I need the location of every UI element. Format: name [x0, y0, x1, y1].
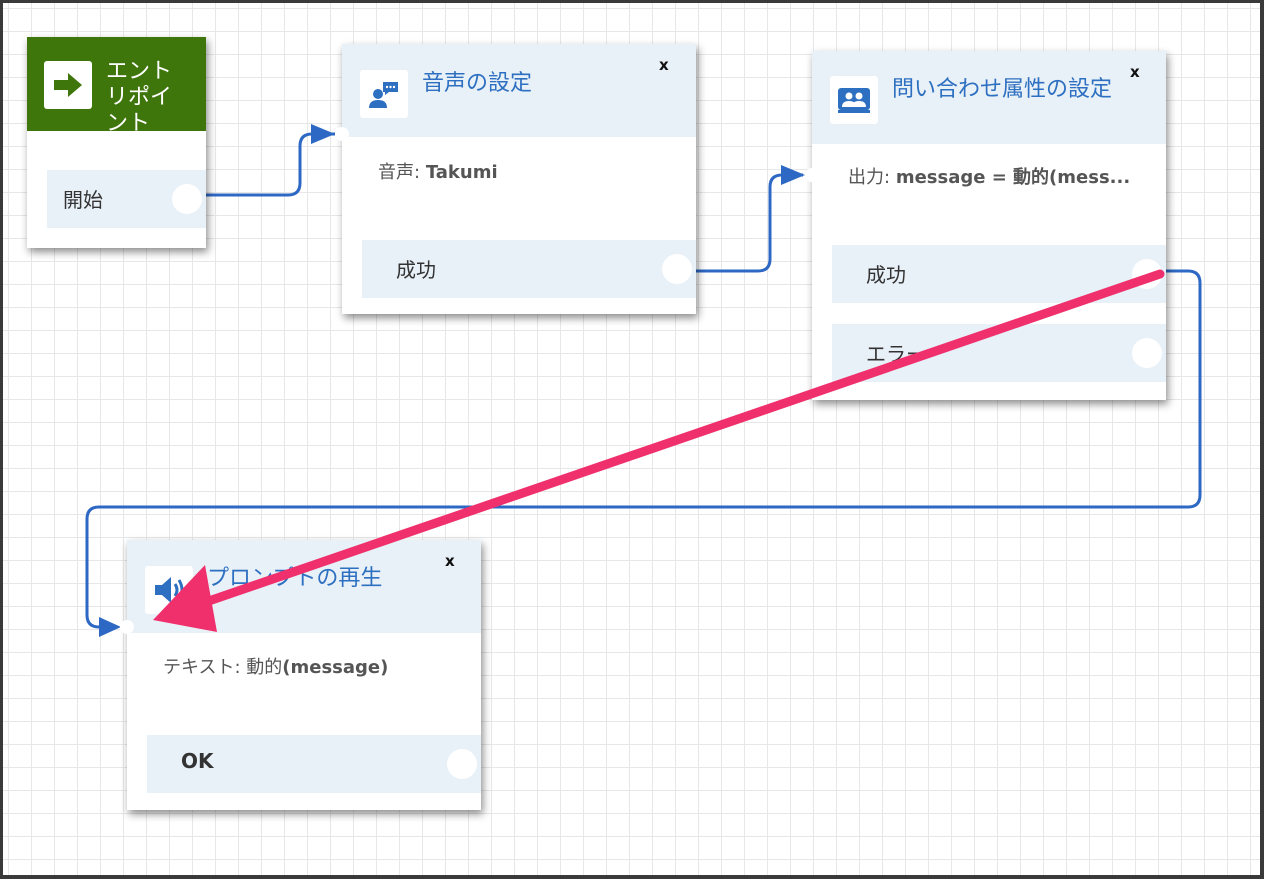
- block-header: 音声の設定 x: [342, 44, 696, 137]
- branch-label: OK: [181, 749, 214, 773]
- play-prompt-block[interactable]: プロンプトの再生 x テキスト: 動的(message) OK: [120, 540, 481, 810]
- wire-voice-to-attrs[interactable]: [692, 173, 803, 273]
- output-port[interactable]: [447, 749, 477, 779]
- block-title: 問い合わせ属性の設定: [892, 77, 1113, 102]
- input-port[interactable]: [335, 127, 349, 141]
- person-chat-icon: [360, 70, 408, 118]
- branch-label: エラー: [866, 342, 926, 366]
- flow-canvas[interactable]: エントリポイント 開始 音声の設定 x 音声: Takumi 成功 問い合わせ属…: [3, 3, 1260, 875]
- block-title: 音声の設定: [422, 71, 533, 96]
- input-port[interactable]: [120, 620, 134, 634]
- close-button[interactable]: x: [1130, 63, 1140, 81]
- branch-label: 開始: [63, 188, 103, 212]
- speaker-icon: [145, 566, 193, 614]
- block-description: 音声: Takumi: [378, 162, 498, 183]
- entry-header: エントリポイント: [27, 37, 206, 131]
- set-contact-attributes-block[interactable]: 問い合わせ属性の設定 x 出力: message = 動的(mess... 成功…: [805, 51, 1166, 400]
- contact-attributes-icon: [830, 76, 878, 124]
- close-button[interactable]: x: [445, 552, 455, 570]
- arrow-right-icon: [44, 61, 92, 109]
- set-voice-block[interactable]: 音声の設定 x 音声: Takumi 成功: [335, 44, 696, 314]
- branch-success[interactable]: 成功: [832, 245, 1166, 303]
- wire-entry-to-voice[interactable]: [201, 132, 335, 197]
- entry-title: エントリポイント: [106, 59, 173, 131]
- output-port[interactable]: [1132, 259, 1162, 289]
- branch-ok[interactable]: OK: [147, 735, 481, 793]
- wire-arrowhead: [781, 165, 805, 185]
- branch-success[interactable]: 成功: [362, 240, 696, 298]
- entry-point-block[interactable]: エントリポイント 開始: [27, 37, 206, 248]
- block-header: プロンプトの再生 x: [127, 540, 481, 633]
- block-description: テキスト: 動的(message): [163, 657, 389, 678]
- wire-arrowhead: [311, 124, 335, 144]
- block-description: 出力: message = 動的(mess...: [848, 167, 1131, 188]
- wire-arrowhead: [99, 617, 121, 637]
- block-title: プロンプトの再生: [207, 566, 383, 591]
- output-port[interactable]: [1132, 338, 1162, 368]
- branch-error[interactable]: エラー: [832, 324, 1166, 382]
- branch-label: 成功: [396, 258, 436, 282]
- output-port[interactable]: [172, 184, 202, 214]
- input-port[interactable]: [805, 168, 819, 182]
- close-button[interactable]: x: [659, 56, 669, 74]
- branch-label: 成功: [866, 263, 906, 287]
- block-header: 問い合わせ属性の設定 x: [812, 51, 1166, 144]
- output-port[interactable]: [662, 254, 692, 284]
